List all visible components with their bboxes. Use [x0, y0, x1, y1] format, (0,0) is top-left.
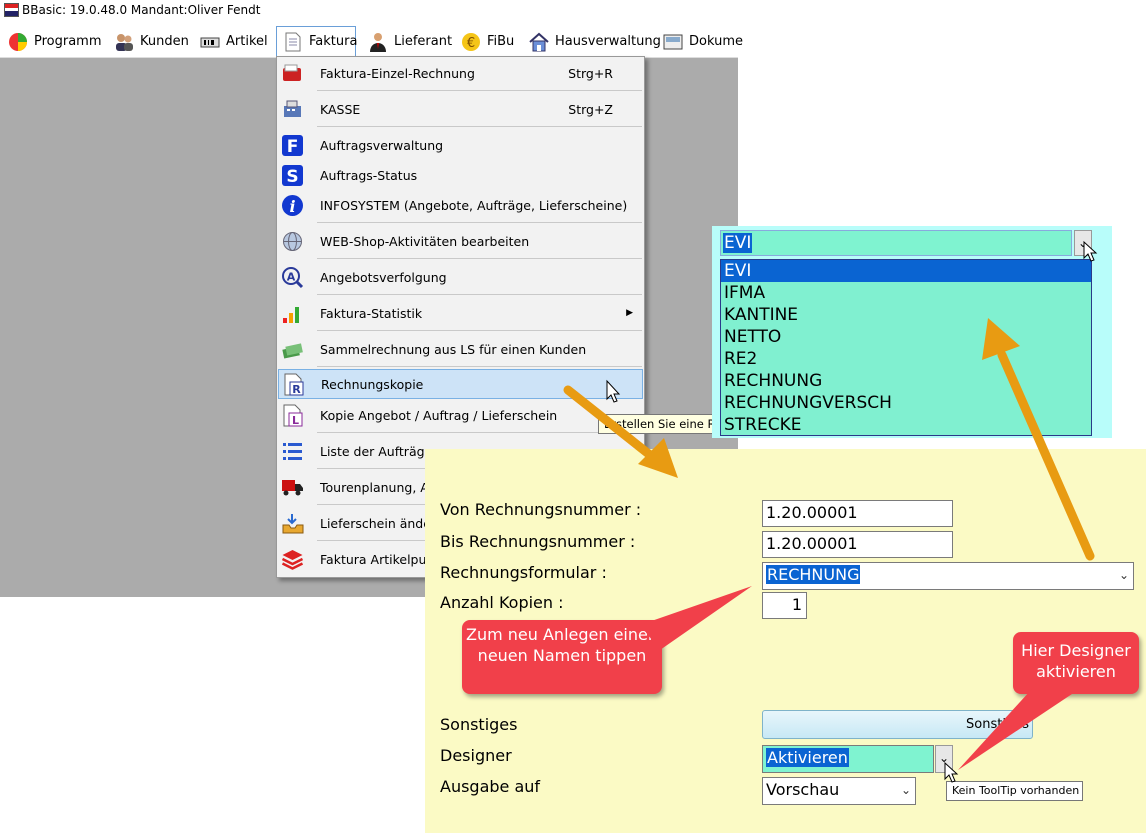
menu-faktura[interactable]: Faktura: [276, 26, 357, 57]
cash-register-icon: [284, 100, 301, 117]
menu-separator: [317, 222, 642, 223]
designer-tooltip: Kein ToolTip vorhanden: [946, 781, 1083, 801]
menu-item-kasse[interactable]: KASSE Strg+Z: [278, 95, 643, 123]
formular-combo-input[interactable]: EVI: [720, 230, 1072, 256]
f-letter-icon: F: [282, 135, 303, 157]
designer-label: Designer: [440, 746, 512, 765]
kopien-label: Anzahl Kopien :: [440, 593, 564, 612]
menu-separator: [317, 330, 642, 331]
formular-options-list: EVI IFMA KANTINE NETTO RE2 RECHNUNG RECH…: [720, 259, 1092, 436]
anzahl-kopien-input[interactable]: 1: [762, 592, 807, 619]
menu-separator: [317, 432, 642, 433]
menu-fibu[interactable]: € FiBu: [455, 26, 519, 57]
svg-text:F: F: [287, 137, 299, 157]
truck-icon: [282, 480, 303, 496]
chevron-down-icon: ⌄: [1118, 568, 1129, 582]
document-l-icon: L: [283, 404, 303, 427]
menu-programm[interactable]: Programm: [2, 26, 107, 57]
sonstiges-label: Sonstiges: [440, 715, 518, 734]
menu-item-infosystem[interactable]: i INFOSYSTEM (Angebote, Aufträge, Liefer…: [278, 191, 643, 219]
von-label: Von Rechnungsnummer :: [440, 500, 642, 519]
designer-select[interactable]: Aktivieren: [762, 745, 934, 773]
euro-icon: €: [462, 32, 480, 51]
svg-text:€: €: [467, 36, 475, 51]
formular-label: Rechnungsformular :: [440, 563, 607, 582]
money-stack-icon: [282, 343, 303, 359]
menu-separator: [317, 258, 642, 259]
svg-text:R: R: [292, 383, 301, 396]
menu-item-auftrags-status[interactable]: S Auftrags-Status: [278, 161, 643, 189]
svg-text:i: i: [289, 197, 295, 216]
ausgabe-select[interactable]: Vorschau ⌄: [762, 777, 916, 805]
menu-item-faktura-einzel-rechnung[interactable]: Faktura-Einzel-Rechnung Strg+R: [278, 59, 643, 87]
menu-item-angebotsverfolgung[interactable]: A Angebotsverfolgung: [278, 263, 643, 291]
svg-text:A: A: [287, 271, 296, 284]
artikel-icon: [200, 37, 220, 47]
menu-item-auftragsverwaltung[interactable]: F Auftragsverwaltung: [278, 131, 643, 159]
submenu-arrow-icon: ▶: [626, 308, 633, 318]
chevron-down-icon: ⌄: [900, 783, 911, 797]
menubar: Programm Kunden Artikel Faktura Lieferan…: [0, 26, 743, 58]
formular-option[interactable]: KANTINE: [721, 304, 1091, 326]
menu-separator: [317, 126, 642, 127]
formular-option[interactable]: RE2: [721, 348, 1091, 370]
menu-item-faktura-statistik[interactable]: Faktura-Statistik ▶: [278, 299, 643, 327]
document-r-icon: R: [284, 373, 304, 396]
menu-dokumente[interactable]: Dokume: [657, 26, 748, 57]
s-letter-icon: S: [282, 165, 303, 187]
house-icon: [529, 32, 549, 51]
webshop-globe-icon: [283, 232, 302, 251]
menu-kunden[interactable]: Kunden: [108, 26, 194, 57]
invoice-folder-icon: [283, 64, 301, 81]
inbox-edit-icon: [282, 514, 304, 534]
formular-option[interactable]: IFMA: [721, 282, 1091, 304]
window-titlebar: BBasic: 19.0.48.0 Mandant:Oliver Fendt: [0, 0, 738, 22]
rechnungsformular-select[interactable]: RECHNUNG ⌄: [762, 562, 1134, 590]
layers-icon: [281, 550, 304, 570]
formular-combo-chevron-icon[interactable]: ⌄: [1074, 230, 1092, 256]
bis-rechnungsnummer-input[interactable]: 1.20.00001: [762, 531, 953, 558]
menu-lieferant[interactable]: Lieferant: [362, 26, 457, 57]
formular-option[interactable]: RECHNUNGVERSCH: [721, 392, 1091, 414]
svg-text:L: L: [292, 414, 299, 427]
lieferant-person-icon: [370, 32, 386, 52]
list-icon: [283, 443, 302, 460]
kunden-icon: [116, 33, 133, 51]
programm-icon: [9, 32, 27, 51]
ausgabe-label: Ausgabe auf: [440, 777, 541, 796]
document-tray-icon: [663, 34, 683, 49]
formular-option[interactable]: EVI: [721, 260, 1091, 282]
menu-separator: [317, 366, 642, 367]
sonstiges-button[interactable]: Sonstiges: [762, 710, 1033, 739]
app-flag-icon: [4, 3, 19, 17]
menu-hausverwaltung[interactable]: Hausverwaltung: [523, 26, 666, 57]
menu-item-rechnungskopie[interactable]: R Rechnungskopie: [278, 369, 643, 399]
formular-option[interactable]: RECHNUNG: [721, 370, 1091, 392]
designer-chevron-icon[interactable]: ⌄: [935, 745, 953, 773]
callout-designer: Hier Designer aktivieren: [1013, 632, 1139, 694]
callout-name: Zum neu Anlegen einen neuen Namen tippen: [462, 620, 662, 694]
menu-item-webshop[interactable]: WEB-Shop-Aktivitäten bearbeiten: [278, 227, 643, 255]
menu-artikel[interactable]: Artikel: [194, 26, 273, 57]
info-icon: i: [282, 195, 303, 216]
von-rechnungsnummer-input[interactable]: 1.20.00001: [762, 500, 953, 527]
menu-separator: [317, 90, 642, 91]
faktura-document-icon: [285, 32, 301, 51]
window-title: BBasic: 19.0.48.0 Mandant:Oliver Fendt: [22, 3, 261, 17]
formular-option[interactable]: NETTO: [721, 326, 1091, 348]
menu-item-kopie-angebot[interactable]: L Kopie Angebot / Auftrag / Lieferschein: [278, 401, 643, 429]
bar-chart-icon: [283, 307, 299, 323]
menu-item-sammelrechnung[interactable]: Sammelrechnung aus LS für einen Kunden: [278, 335, 643, 363]
menu-separator: [317, 294, 642, 295]
search-a-icon: A: [282, 267, 304, 289]
bis-label: Bis Rechnungsnummer :: [440, 532, 636, 551]
svg-text:S: S: [286, 167, 298, 187]
formular-option[interactable]: STRECKE: [721, 414, 1091, 436]
